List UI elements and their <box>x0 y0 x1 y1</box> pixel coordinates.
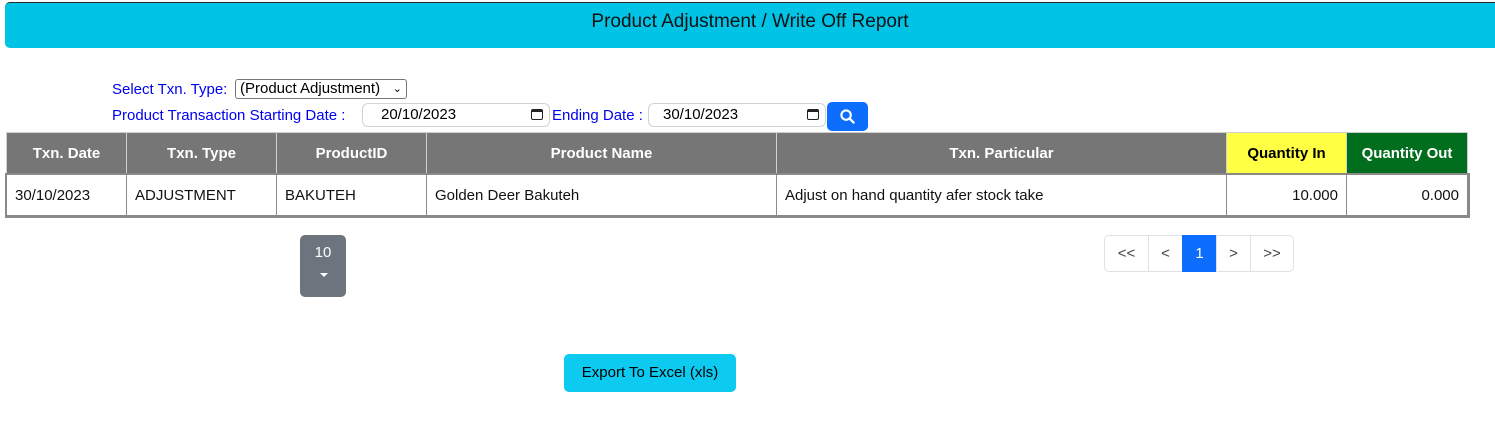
search-button[interactable] <box>827 102 868 131</box>
last-page-button[interactable]: >> <box>1250 235 1294 272</box>
pagination: << < 1 > >> <box>1104 235 1294 272</box>
cell-quantity-out: 0.000 <box>1346 174 1468 216</box>
table-header-row: Txn. Date Txn. Type ProductID Product Na… <box>6 132 1468 175</box>
start-date-value: 20/10/2023 <box>381 106 457 123</box>
cell-product-name: Golden Deer Bakuteh <box>426 174 777 216</box>
calendar-icon[interactable] <box>531 109 543 120</box>
col-header-txn-type[interactable]: Txn. Type <box>126 132 277 175</box>
col-header-quantity-in[interactable]: Quantity In <box>1226 132 1347 175</box>
next-page-button[interactable]: > <box>1216 235 1251 272</box>
end-date-label: Ending Date : <box>552 107 643 124</box>
txn-type-value: (Product Adjustment) <box>240 80 381 97</box>
end-date-value: 30/10/2023 <box>663 106 739 123</box>
cell-product-id: BAKUTEH <box>276 174 427 216</box>
start-date-input[interactable]: 20/10/2023 <box>362 103 550 127</box>
report-table: Txn. Date Txn. Type ProductID Product Na… <box>4 132 1470 218</box>
col-header-txn-particular[interactable]: Txn. Particular <box>776 132 1227 175</box>
col-header-product-id[interactable]: ProductID <box>276 132 427 175</box>
prev-page-button[interactable]: < <box>1148 235 1183 272</box>
txn-type-label: Select Txn. Type: <box>112 81 228 98</box>
start-date-label: Product Transaction Starting Date : <box>112 107 346 124</box>
report-header: Product Adjustment / Write Off Report <box>5 2 1495 48</box>
table-row[interactable]: 30/10/2023 ADJUSTMENT BAKUTEH Golden Dee… <box>4 172 1470 218</box>
chevron-down-icon: ⌄ <box>392 83 402 95</box>
calendar-icon[interactable] <box>807 109 819 120</box>
search-icon <box>840 109 855 124</box>
page-size-dropdown[interactable]: 10 <box>300 235 346 297</box>
cell-txn-particular: Adjust on hand quantity afer stock take <box>776 174 1227 216</box>
cell-txn-type: ADJUSTMENT <box>126 174 277 216</box>
cell-quantity-in: 10.000 <box>1226 174 1347 216</box>
export-excel-button[interactable]: Export To Excel (xls) <box>564 354 736 392</box>
first-page-button[interactable]: << <box>1104 235 1149 272</box>
page-size-value: 10 <box>314 244 332 261</box>
col-header-txn-date[interactable]: Txn. Date <box>6 132 127 175</box>
end-date-input[interactable]: 30/10/2023 <box>648 103 826 127</box>
current-page-button[interactable]: 1 <box>1182 235 1217 272</box>
page-title: Product Adjustment / Write Off Report <box>591 11 909 32</box>
cell-txn-date: 30/10/2023 <box>6 174 127 216</box>
col-header-product-name[interactable]: Product Name <box>426 132 777 175</box>
col-header-quantity-out[interactable]: Quantity Out <box>1346 132 1468 175</box>
txn-type-select[interactable]: (Product Adjustment) ⌄ <box>235 79 407 99</box>
caret-down-icon <box>320 273 328 277</box>
